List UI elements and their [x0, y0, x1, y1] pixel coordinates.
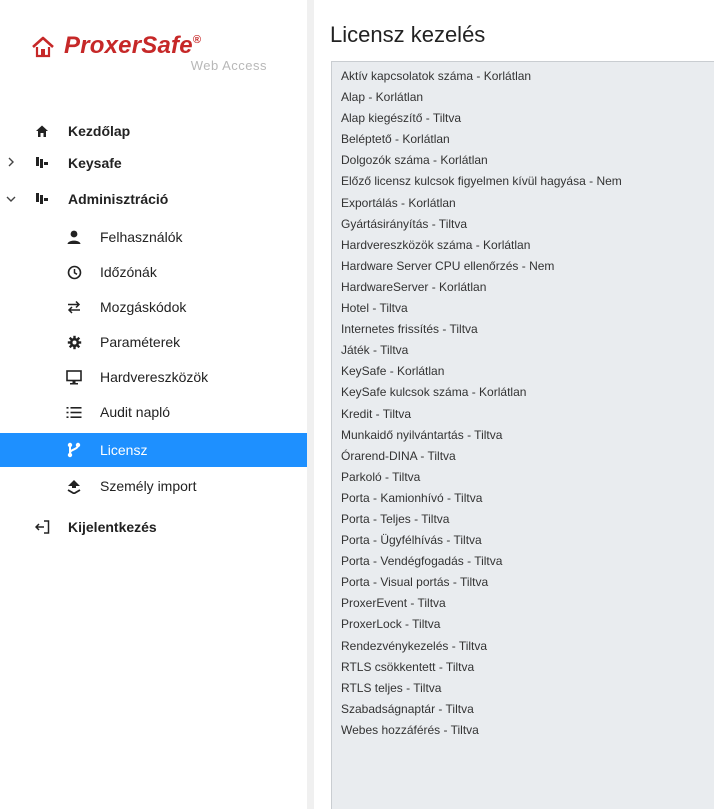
- license-item: Porta - Visual portás - Tiltva: [341, 575, 489, 590]
- sidebar-item-adminisztracio[interactable]: Adminisztráció: [0, 182, 307, 216]
- gear-icon: [66, 334, 82, 350]
- sidebar-item-label: Audit napló: [100, 404, 171, 420]
- exchange-icon: [66, 299, 82, 315]
- branch-icon: [66, 442, 82, 458]
- sidebar-item-label: Mozgáskódok: [100, 299, 187, 315]
- monitor-icon: [66, 369, 82, 385]
- license-item: ProxerEvent - Tiltva: [341, 596, 446, 611]
- license-item: Porta - Teljes - Tiltva: [341, 511, 450, 526]
- import-icon: [66, 478, 82, 494]
- sidebar-item-kijelentkezes[interactable]: Kijelentkezés: [0, 510, 307, 544]
- clock-icon: [66, 264, 82, 280]
- sidebar-item-keysafe[interactable]: Keysafe: [0, 146, 307, 180]
- license-item: Kredit - Tiltva: [341, 406, 412, 421]
- license-item: Órarend-DINA - Tiltva: [341, 448, 456, 463]
- license-item: Porta - Ügyfélhívás - Tiltva: [341, 533, 482, 548]
- license-item: Parkoló - Tiltva: [341, 469, 421, 484]
- license-item: KeySafe - Korlátlan: [341, 364, 445, 379]
- sidebar-item-idozonak[interactable]: Időzónák: [0, 255, 307, 289]
- license-item: Gyártásirányítás - Tiltva: [341, 216, 468, 231]
- license-item: Aktív kapcsolatok száma - Korlátlan: [341, 69, 532, 83]
- license-item: KeySafe kulcsok száma - Korlátlan: [341, 385, 527, 400]
- license-item: Hardvereszközök száma - Korlátlan: [341, 237, 531, 252]
- license-item: Alap kiegészítő - Tiltva: [341, 111, 462, 126]
- user-icon: [66, 229, 82, 245]
- license-item: Exportálás - Korlátlan: [341, 195, 456, 210]
- sidebar: ProxerSafe® Web Access Kezdőlap Keysafe: [0, 0, 307, 809]
- license-item: Előző licensz kulcsok figyelmen kívül ha…: [341, 174, 622, 189]
- sidebar-item-label: Keysafe: [68, 155, 122, 171]
- license-item: HardwareServer - Korlátlan: [341, 279, 487, 294]
- license-item: Hardware Server CPU ellenőrzés - Nem: [341, 258, 555, 273]
- sidebar-item-label: Licensz: [100, 442, 148, 458]
- logo-brand: ProxerSafe®: [64, 32, 201, 60]
- license-item: Beléptető - Korlátlan: [341, 132, 450, 147]
- chevron-right-icon: [5, 156, 17, 170]
- license-item: RTLS teljes - Tiltva: [341, 680, 442, 695]
- sidebar-divider: [307, 0, 314, 809]
- sidebar-item-licensz[interactable]: Licensz: [0, 433, 307, 467]
- sidebar-item-label: Kijelentkezés: [68, 519, 157, 535]
- sidebar-item-mozgaskodok[interactable]: Mozgáskódok: [0, 290, 307, 324]
- sidebar-item-felhasznalok[interactable]: Felhasználók: [0, 220, 307, 254]
- license-item: Szabadságnaptár - Tiltva: [341, 701, 474, 716]
- sidebar-item-label: Adminisztráció: [68, 191, 169, 207]
- keysafe-icon: [34, 155, 50, 171]
- license-item: Webes hozzáférés - Tiltva: [341, 722, 479, 737]
- sidebar-item-parameterek[interactable]: Paraméterek: [0, 325, 307, 359]
- sidebar-item-label: Időzónák: [100, 264, 157, 280]
- logo-registered: ®: [192, 34, 202, 46]
- license-item: Rendezvénykezelés - Tiltva: [341, 638, 488, 653]
- license-item: Porta - Vendégfogadás - Tiltva: [341, 554, 503, 569]
- list-icon: [66, 404, 82, 420]
- license-item: ProxerLock - Tiltva: [341, 617, 441, 632]
- logout-icon: [34, 519, 50, 535]
- logo-brand-text: ProxerSafe: [64, 32, 193, 59]
- license-item: Munkaidő nyilvántartás - Tiltva: [341, 427, 503, 442]
- license-list: Aktív kapcsolatok száma - Korlátlan Alap …: [341, 66, 622, 741]
- sidebar-item-label: Hardvereszközök: [100, 369, 209, 385]
- logo-subtitle: Web Access: [190, 58, 267, 73]
- license-item: Internetes frissítés - Tiltva: [341, 322, 478, 337]
- license-list-box[interactable]: Aktív kapcsolatok száma - Korlátlan Alap …: [331, 61, 714, 809]
- admin-icon: [34, 191, 50, 207]
- license-item: Játék - Tiltva: [341, 343, 409, 358]
- sidebar-item-label: Felhasználók: [100, 229, 183, 245]
- sidebar-item-kezdolap[interactable]: Kezdőlap: [0, 114, 307, 148]
- sidebar-item-label: Kezdőlap: [68, 123, 131, 139]
- license-item: RTLS csökkentett - Tiltva: [341, 659, 475, 674]
- license-item: Alap - Korlátlan: [341, 90, 424, 105]
- sidebar-item-label: Személy import: [100, 478, 197, 494]
- page-title: Licensz kezelés: [330, 22, 486, 47]
- license-item: Hotel - Tiltva: [341, 301, 408, 316]
- logo[interactable]: ProxerSafe® Web Access: [30, 32, 275, 76]
- license-item: Dolgozók száma - Korlátlan: [341, 153, 488, 168]
- sidebar-item-hardvereszkozok[interactable]: Hardvereszközök: [0, 360, 307, 394]
- home-icon: [34, 123, 50, 139]
- sidebar-item-szemely-import[interactable]: Személy import: [0, 469, 307, 503]
- house-logo-icon: [32, 36, 54, 58]
- sidebar-item-label: Paraméterek: [100, 334, 181, 350]
- chevron-down-icon: [5, 192, 17, 206]
- sidebar-item-audit-naplo[interactable]: Audit napló: [0, 395, 307, 429]
- license-item: Porta - Kamionhívó - Tiltva: [341, 490, 483, 505]
